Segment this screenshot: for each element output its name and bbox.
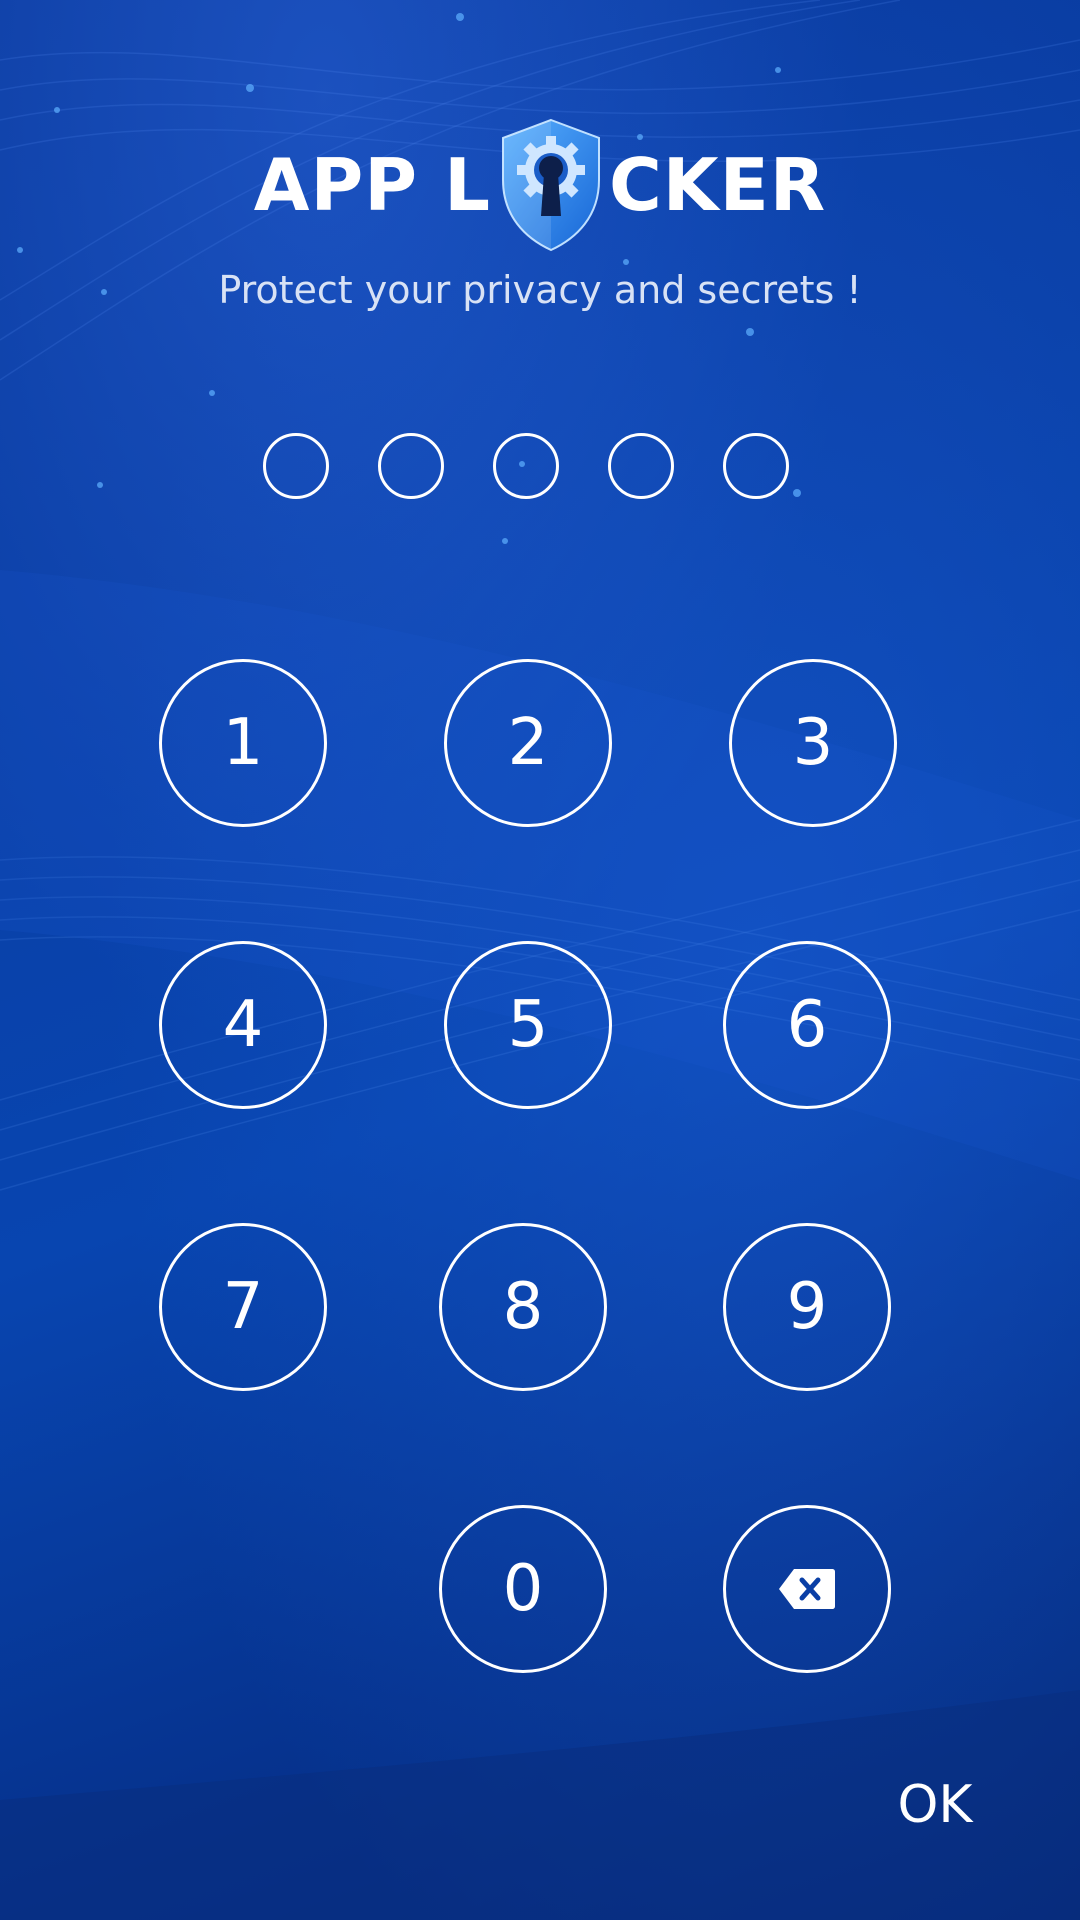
key-label: 6 [786, 988, 828, 1062]
pin-dot [723, 433, 789, 499]
key-6[interactable]: 6 [723, 941, 891, 1109]
pin-dot [378, 433, 444, 499]
key-label: 4 [222, 988, 264, 1062]
key-2[interactable]: 2 [444, 659, 612, 827]
key-0[interactable]: 0 [439, 1505, 607, 1673]
key-label: 8 [502, 1270, 544, 1344]
logo-text-right: CKER [608, 143, 827, 227]
backspace-icon [779, 1569, 835, 1609]
key-label: 3 [792, 706, 834, 780]
key-7[interactable]: 7 [159, 1223, 327, 1391]
key-label: 0 [502, 1552, 544, 1626]
subtitle: Protect your privacy and secrets ! [218, 268, 862, 312]
key-label: 7 [222, 1270, 264, 1344]
app-logo: APP L CKER [0, 110, 1080, 260]
key-label: 2 [507, 706, 549, 780]
shield-lock-icon [501, 118, 600, 252]
key-9[interactable]: 9 [723, 1223, 891, 1391]
pin-dot [608, 433, 674, 499]
lock-screen: APP L CKER Protect your privacy and secr… [0, 0, 1080, 1920]
key-3[interactable]: 3 [729, 659, 897, 827]
pin-dot [263, 433, 329, 499]
key-label: 9 [786, 1270, 828, 1344]
key-5[interactable]: 5 [444, 941, 612, 1109]
backspace-button[interactable] [723, 1505, 891, 1673]
key-1[interactable]: 1 [159, 659, 327, 827]
logo-text-left: APP L [253, 143, 491, 227]
pin-dot [493, 433, 559, 499]
key-8[interactable]: 8 [439, 1223, 607, 1391]
key-label: 5 [507, 988, 549, 1062]
key-4[interactable]: 4 [159, 941, 327, 1109]
ok-button[interactable]: OK [880, 1770, 990, 1840]
key-label: 1 [222, 706, 264, 780]
pin-indicator [263, 433, 797, 505]
